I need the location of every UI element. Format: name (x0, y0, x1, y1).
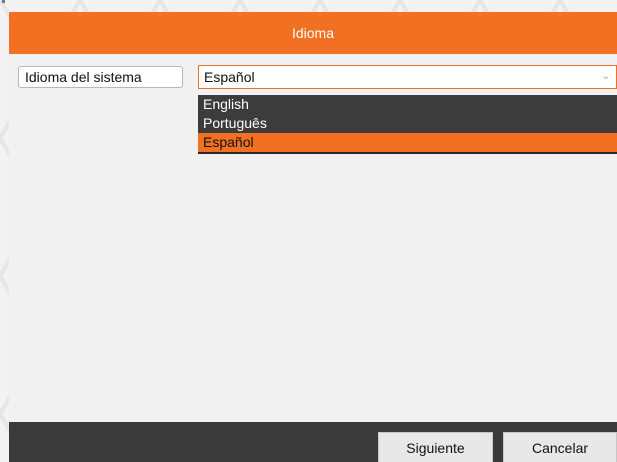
dialog-content: Idioma del sistema Español ⌄ English Por… (9, 54, 617, 422)
language-option-english[interactable]: English (198, 95, 617, 114)
language-option-portuguese[interactable]: Português (198, 114, 617, 133)
language-dropdown-list: English Português Español (198, 95, 617, 154)
next-button[interactable]: Siguiente (378, 432, 493, 462)
language-field-label: Idioma del sistema (18, 66, 183, 88)
dialog-title: Idioma (291, 25, 335, 41)
dialog-title-bar: Idioma (9, 12, 617, 54)
language-select[interactable]: Español ⌄ (198, 65, 617, 89)
language-option-spanish[interactable]: Español (198, 133, 617, 152)
language-select-value: Español (204, 69, 255, 85)
language-dialog: Idioma Idioma del sistema Español ⌄ Engl… (9, 12, 617, 462)
dialog-footer: Siguiente Cancelar (9, 422, 617, 462)
corner-marker (2, 0, 5, 3)
cancel-button[interactable]: Cancelar (503, 432, 617, 462)
chevron-down-icon: ⌄ (601, 71, 610, 82)
